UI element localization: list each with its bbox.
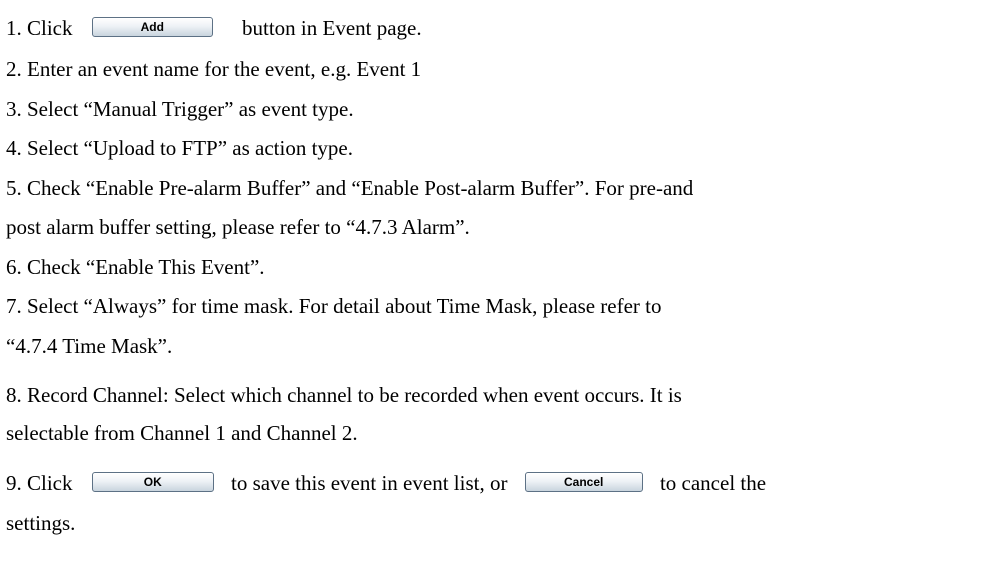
step-9-text-middle: to save this event in event list, or <box>231 471 508 495</box>
step-7-line-2: “4.7.4 Time Mask”. <box>6 334 173 358</box>
step-1-text-before: 1. Click <box>6 16 73 40</box>
step-2: 2. Enter an event name for the event, e.… <box>6 57 422 81</box>
step-7-line-1: 7. Select “Always” for time mask. For de… <box>6 294 662 318</box>
step-8-line-1: 8. Record Channel: Select which channel … <box>6 383 682 407</box>
step-9-text-after: to cancel the <box>659 471 767 495</box>
step-6: 6. Check “Enable This Event”. <box>6 255 265 279</box>
step-5-line-1: 5. Check “Enable Pre-alarm Buffer” and “… <box>6 176 694 200</box>
instruction-document: 1. Click Add button in Event page. 2. En… <box>0 0 1001 582</box>
step-9-line-2: settings. <box>6 511 76 535</box>
step-8-line-2: selectable from Channel 1 and Channel 2. <box>6 421 358 445</box>
step-1: 1. Click Add button in Event page. <box>6 15 422 41</box>
step-9-text-before: 9. Click <box>6 471 73 495</box>
add-button[interactable]: Add <box>91 17 213 38</box>
step-3: 3. Select “Manual Trigger” as event type… <box>6 97 354 121</box>
step-5-line-2: post alarm buffer setting, please refer … <box>6 215 470 239</box>
step-4: 4. Select “Upload to FTP” as action type… <box>6 136 354 160</box>
step-9: 9. Click OK to save this event in event … <box>6 470 766 496</box>
ok-button[interactable]: OK <box>91 472 214 493</box>
step-1-text-after: button in Event page. <box>242 16 422 40</box>
cancel-button[interactable]: Cancel <box>524 472 643 493</box>
